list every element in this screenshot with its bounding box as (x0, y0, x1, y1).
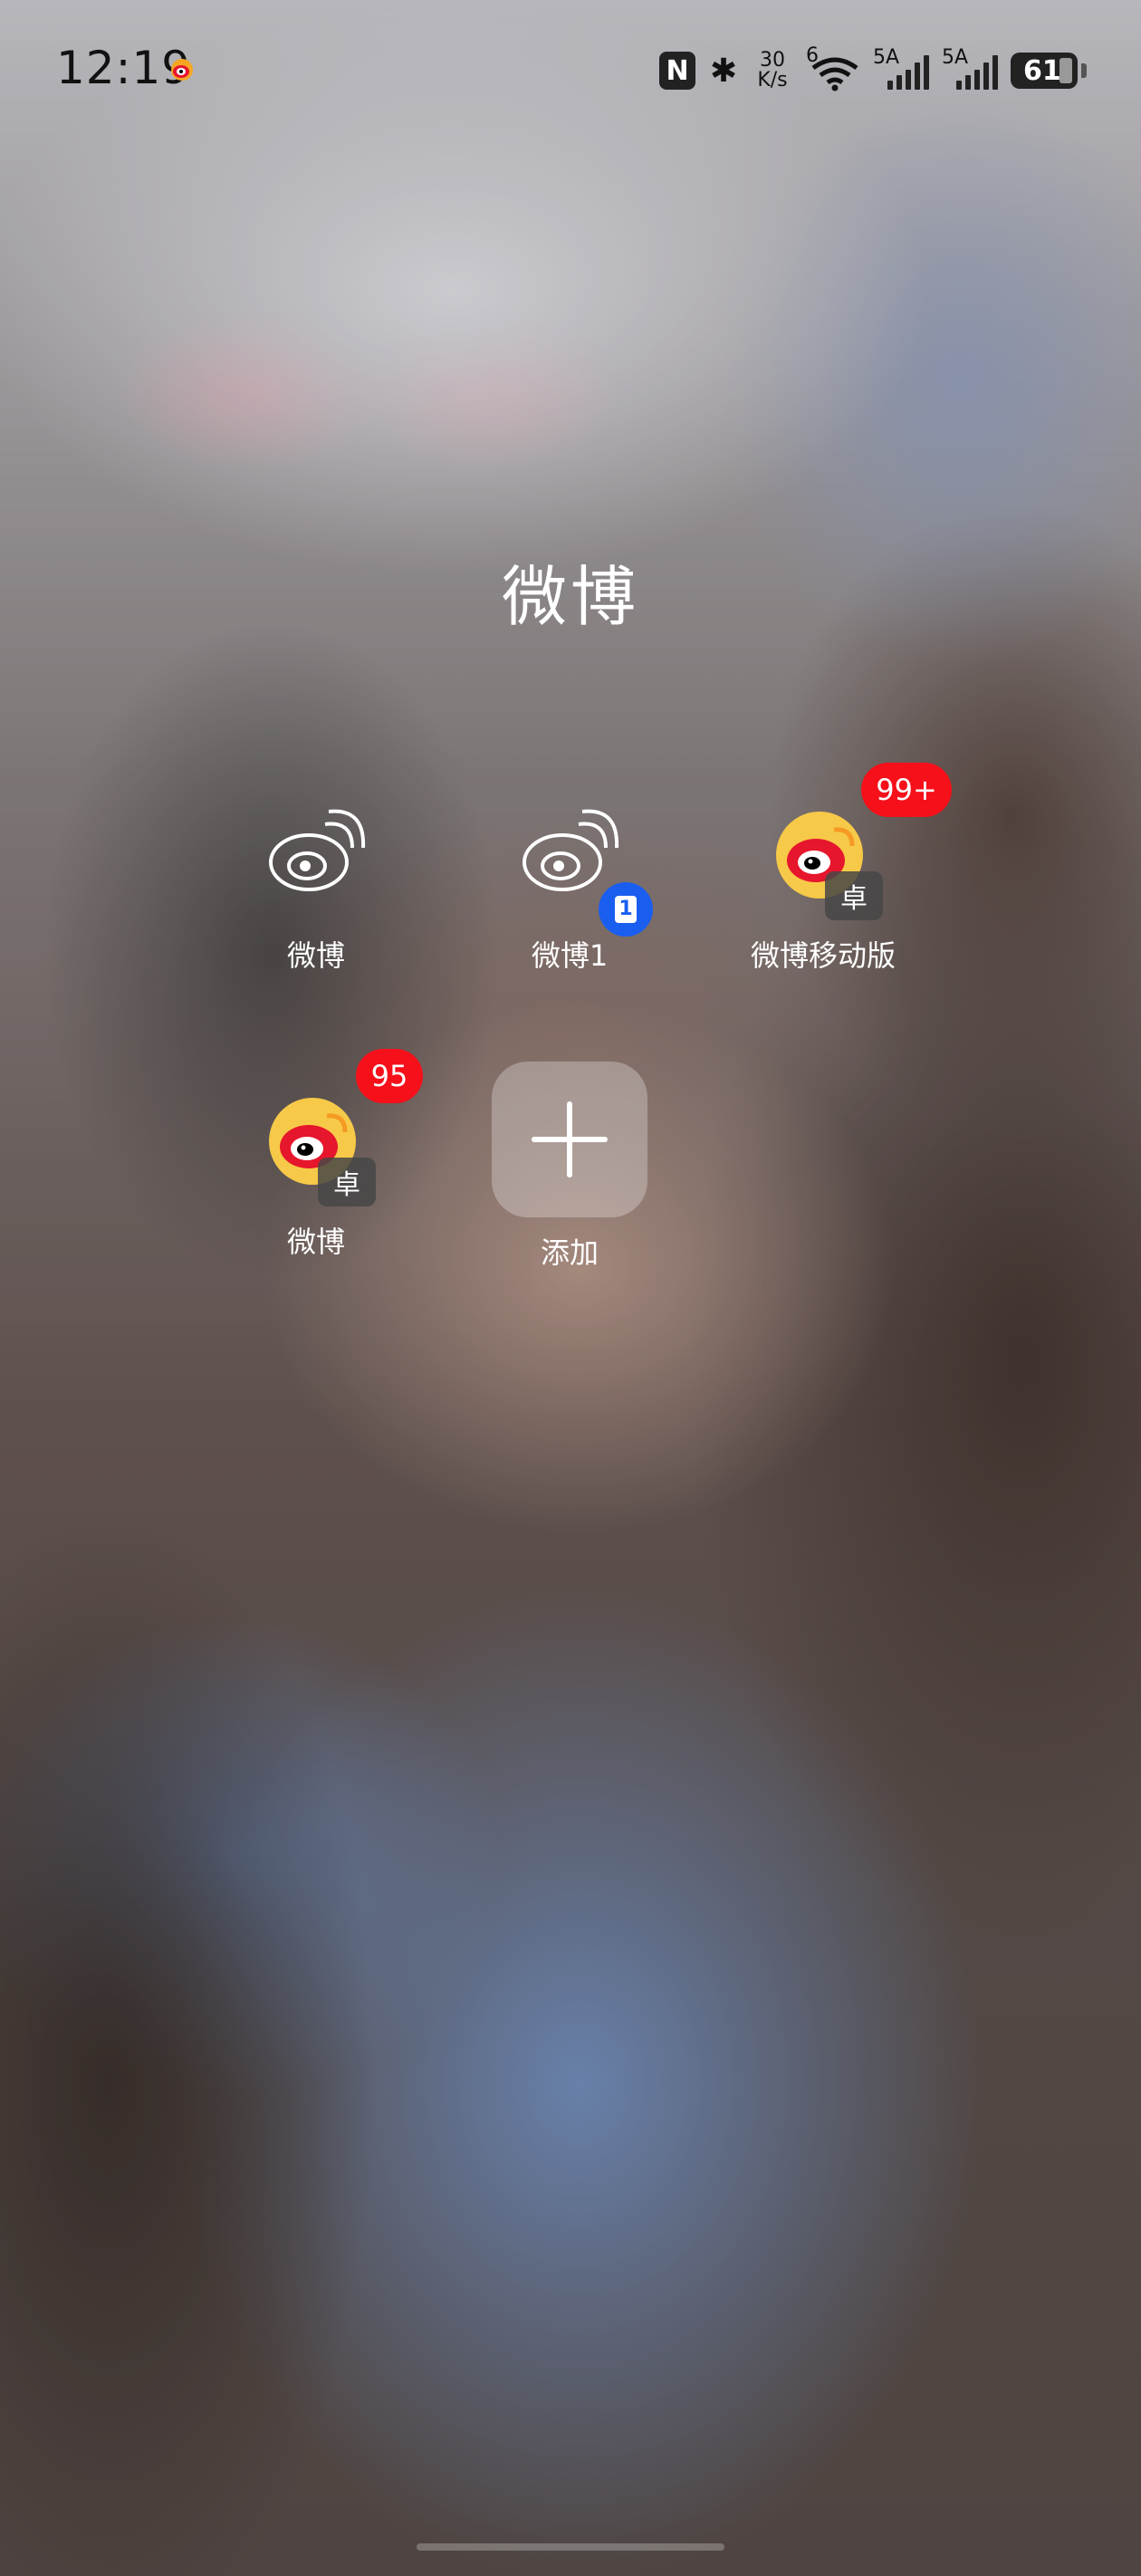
folder-overlay[interactable] (0, 0, 1141, 2576)
app-weibo-clone[interactable]: 1 微博1 (475, 797, 665, 975)
add-label: 添加 (540, 1235, 599, 1270)
network-speed-value: 30 (760, 49, 785, 72)
network-speed-unit: K/s (757, 69, 788, 91)
app-weibo[interactable]: 微博 (221, 797, 411, 975)
clone-badge-number: 1 (615, 896, 637, 923)
app-label: 微博 (286, 1225, 345, 1259)
signal-icon: 5A (873, 46, 929, 90)
add-app-button[interactable]: 添加 (475, 1062, 665, 1272)
app-label: 微博移动版 (750, 938, 896, 973)
battery-icon: 61 (1011, 53, 1078, 89)
app-clone-badge: 1 (599, 882, 653, 937)
network-speed: 30 K/s (752, 51, 793, 91)
wifi-label: 6 (806, 44, 819, 67)
app-weibo-mobile[interactable]: 卓 99+ 微博移动版 (728, 763, 952, 975)
app-label: 微博 (286, 938, 345, 973)
app-label: 微博1 (531, 938, 609, 973)
folder-title[interactable]: 微博 (0, 543, 1141, 639)
sim2-label: 5A (942, 46, 969, 69)
status-bar: 12:19 N ✱ 30 K/s 6 5A 5A 61 (0, 0, 1141, 136)
notification-badge: 99+ (861, 763, 952, 817)
plus-icon (492, 1062, 647, 1217)
home-indicator[interactable] (417, 2543, 724, 2551)
battery-tip (1081, 63, 1087, 78)
notification-badge: 95 (356, 1049, 423, 1103)
wifi-icon: 6 (806, 44, 860, 91)
nfc-icon: N (659, 52, 695, 90)
app-weibo-2[interactable]: 卓 95 微博 (221, 1049, 423, 1261)
signal-icon: 5A (942, 46, 998, 90)
app-tag: 卓 (825, 871, 883, 920)
weibo-notification-icon (171, 59, 193, 81)
weibo-outline-icon (269, 809, 366, 891)
app-tag: 卓 (318, 1158, 376, 1206)
bluetooth-icon: ✱ (709, 52, 738, 90)
battery-level: 61 (1023, 54, 1061, 87)
sim1-label: 5A (873, 46, 900, 69)
